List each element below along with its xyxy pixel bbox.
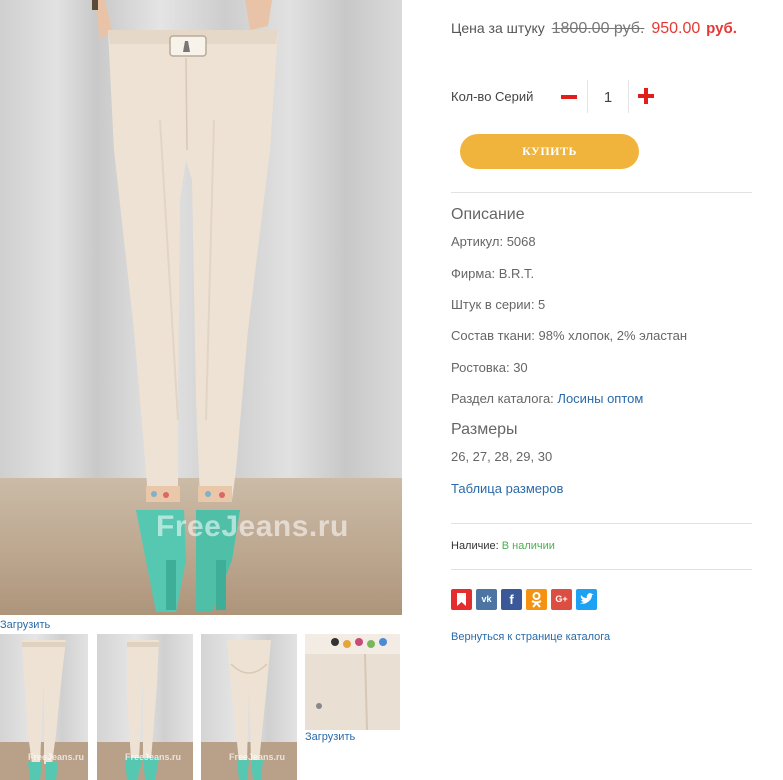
size-table-link[interactable]: Таблица размеров [451, 481, 563, 496]
quantity-label: Кол-во Серий [451, 89, 534, 104]
catalog-link[interactable]: Лосины оптом [557, 391, 643, 406]
sizes-values: 26, 27, 28, 29, 30 [451, 449, 553, 464]
back-to-catalog-link[interactable]: Вернуться к странице каталога [451, 631, 610, 643]
price-currency: руб. [706, 20, 737, 37]
thumbnail-2[interactable]: FreeJeans.ru [97, 634, 193, 780]
main-image-download-link[interactable]: Загрузить [0, 619, 50, 631]
catalog-label: Раздел каталога: [451, 391, 554, 406]
thumbnail-detail [305, 634, 400, 730]
price-label: Цена за штуку [451, 20, 545, 36]
availability-value: В наличии [501, 540, 555, 552]
availability: Наличие: В наличии [451, 540, 555, 552]
spec-catalog: Раздел каталога: Лосины оптом [451, 391, 643, 406]
main-product-image[interactable]: FreeJeans.ru [0, 0, 402, 615]
availability-label: Наличие: [451, 540, 499, 552]
divider [628, 80, 629, 113]
google-plus-icon[interactable]: G+ [551, 589, 572, 610]
plus-icon[interactable] [637, 85, 657, 107]
thumbnail-3[interactable]: FreeJeans.ru [201, 634, 297, 780]
thumbnail-4[interactable] [305, 634, 400, 730]
thumbnail-download-link[interactable]: Загрузить [305, 731, 355, 743]
bookmark-icon[interactable] [451, 589, 472, 610]
spec-size-range: Ростовка: 30 [451, 360, 528, 375]
facebook-icon[interactable]: f [501, 589, 522, 610]
spec-pieces: Штук в серии: 5 [451, 297, 546, 312]
price-row: Цена за штуку 1800.00 руб. 950.00 руб. [451, 20, 737, 38]
new-price: 950.00 [651, 20, 701, 37]
photo-watermark: FreeJeans.ru [156, 510, 349, 543]
divider [451, 192, 752, 193]
thumbnail-watermark: FreeJeans.ru [229, 752, 286, 762]
quantity-stepper: Кол-во Серий [451, 80, 752, 114]
odnoklassniki-icon[interactable] [526, 589, 547, 610]
description-title: Описание [451, 206, 525, 223]
thumbnail-1[interactable]: FreeJeans.ru [0, 634, 88, 780]
divider [451, 523, 752, 524]
spec-brand: Фирма: B.R.T. [451, 266, 535, 281]
twitter-icon[interactable] [576, 589, 597, 610]
minus-icon[interactable] [558, 84, 580, 110]
divider [587, 80, 588, 113]
buy-button[interactable]: КУПИТЬ [460, 134, 639, 169]
divider [451, 569, 752, 570]
thumbnail-watermark: FreeJeans.ru [28, 752, 85, 762]
spec-fabric: Состав ткани: 98% хлопок, 2% эластан [451, 328, 688, 343]
spec-article: Артикул: 5068 [451, 234, 536, 249]
sizes-title: Размеры [451, 421, 518, 438]
old-price: 1800.00 руб. [551, 20, 645, 37]
thumbnail-watermark: FreeJeans.ru [125, 752, 182, 762]
vk-icon[interactable]: vk [476, 589, 497, 610]
quantity-input[interactable] [593, 86, 623, 108]
